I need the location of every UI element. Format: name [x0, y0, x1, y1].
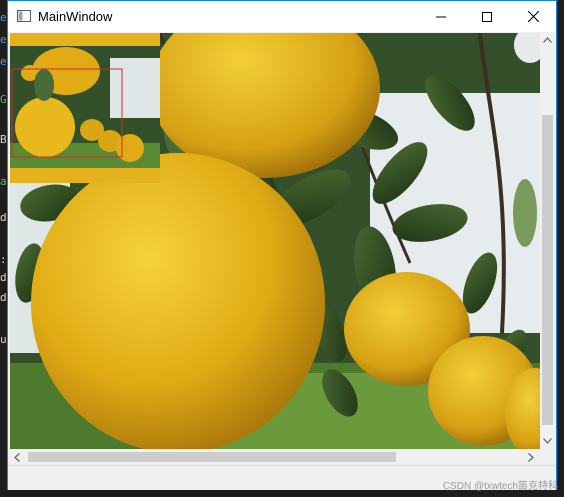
scroll-right-icon[interactable]: [528, 453, 534, 462]
horizontal-scrollbar[interactable]: [10, 449, 540, 465]
scroll-up-icon[interactable]: [543, 37, 552, 43]
scroll-corner: [540, 449, 555, 465]
close-button[interactable]: [510, 1, 556, 32]
main-window: MainWindow: [7, 0, 557, 490]
vertical-scroll-thumb[interactable]: [542, 115, 553, 425]
title-bar[interactable]: MainWindow: [8, 1, 556, 32]
scroll-left-icon[interactable]: [14, 453, 20, 462]
scroll-down-icon[interactable]: [543, 438, 552, 444]
minimize-icon: [436, 16, 446, 17]
image-viewport[interactable]: [10, 33, 540, 449]
close-icon: [527, 11, 539, 22]
horizontal-scroll-thumb[interactable]: [28, 452, 396, 462]
pomelo-image: [10, 33, 540, 449]
vertical-scrollbar[interactable]: [540, 33, 555, 449]
maximize-icon: [482, 11, 492, 22]
watermark: CSDN @txwtech笛克特科: [442, 481, 558, 492]
minimize-button[interactable]: [418, 1, 464, 32]
window-title: MainWindow: [38, 9, 113, 24]
maximize-button[interactable]: [464, 1, 510, 32]
app-icon: [17, 10, 31, 22]
overview-thumbnail: [10, 33, 160, 183]
